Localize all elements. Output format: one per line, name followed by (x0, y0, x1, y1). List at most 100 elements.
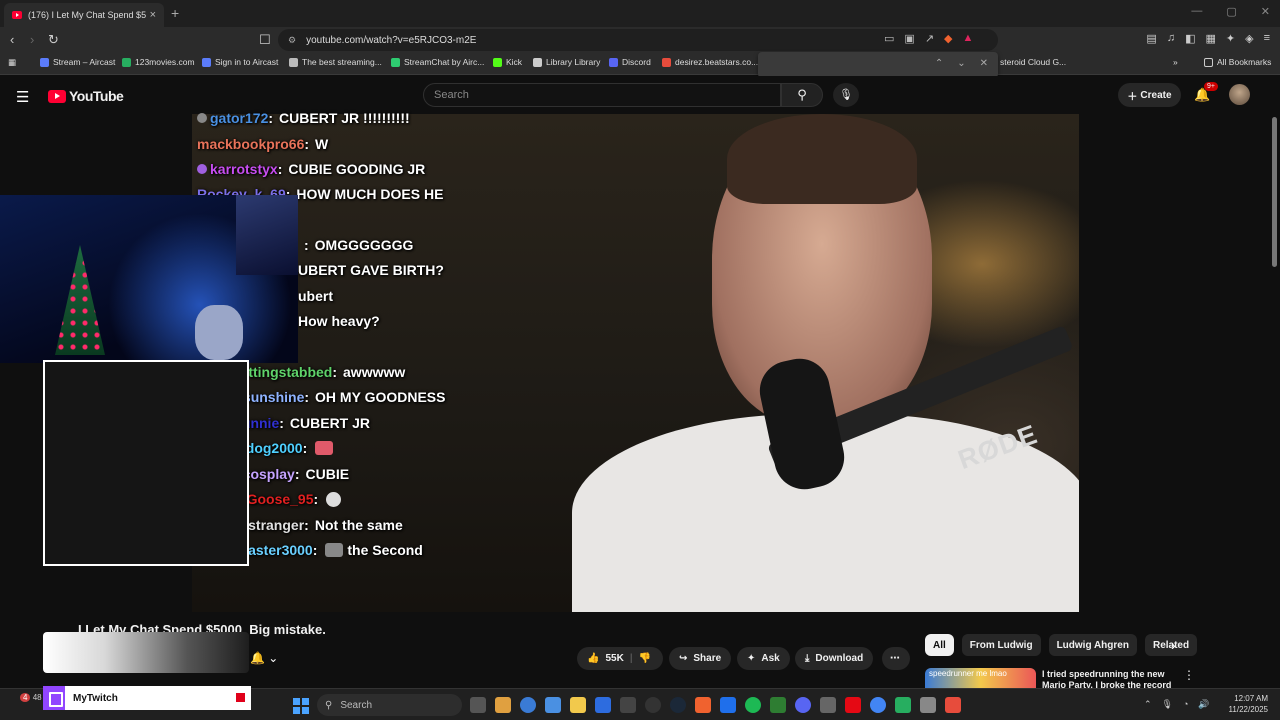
bookmark-item[interactable]: Sign in to Aircast (202, 57, 278, 67)
avatar[interactable] (1229, 84, 1250, 105)
bookmark-item[interactable]: StreamChat by Airc... (391, 57, 484, 67)
sidebar-icon[interactable]: ◧ (1185, 32, 1195, 45)
forward-icon[interactable]: › (30, 32, 34, 47)
related-video-title[interactable]: I tried speedrunning the new Mario Party… (1042, 669, 1182, 689)
chat-message: karrotstyx: CUBIE GOODING JR (197, 159, 425, 179)
like-icon[interactable]: 👍 (587, 653, 599, 664)
subscription-bell-icon[interactable]: 🔔 ⌄ (250, 651, 278, 665)
spotify-icon[interactable] (745, 697, 761, 713)
new-tab-button[interactable]: + (171, 5, 179, 21)
task-view-icon[interactable] (470, 697, 486, 713)
scrollbar[interactable] (1272, 117, 1277, 267)
app-icon[interactable] (770, 697, 786, 713)
bookmark-item[interactable]: desirez.beatstars.co... (662, 57, 758, 67)
share-button[interactable]: ↪ Share (669, 647, 732, 670)
bookmark-item[interactable]: Kick (493, 57, 522, 67)
weather-widget[interactable]: 4 48 (20, 693, 42, 702)
taskbar-clock[interactable]: 12:07 AM 11/22/2025 (1222, 693, 1268, 715)
more-vert-icon[interactable]: ⋮ (1183, 668, 1195, 682)
find-next-icon[interactable]: ⌄ (957, 58, 965, 69)
bookmark-star-icon[interactable]: ☐ (259, 32, 271, 48)
discord-icon[interactable] (795, 697, 811, 713)
maximize-button[interactable]: ▢ (1226, 5, 1236, 18)
app-icon[interactable] (895, 697, 911, 713)
chat-message: : OMGGGGGGG (304, 235, 413, 255)
more-actions-button[interactable]: ⋯ (882, 647, 910, 670)
browser-tab[interactable]: (176) I Let My Chat Spend $5000 × (4, 3, 164, 27)
like-count[interactable]: 55K (605, 653, 623, 664)
notifications-button[interactable]: 🔔 9+ (1194, 82, 1218, 103)
chat-colon: : (304, 517, 309, 533)
bookmark-item[interactable]: Library Library (533, 57, 600, 67)
taskbar-search[interactable]: ⚲ Search (317, 694, 462, 716)
minimize-button[interactable]: — (1191, 5, 1202, 18)
brave-icon[interactable] (695, 697, 711, 713)
ask-button[interactable]: ✦ Ask (737, 647, 790, 670)
chip-all[interactable]: All (925, 634, 954, 656)
app-icon[interactable] (520, 697, 536, 713)
volume-icon[interactable]: 🔊 (1198, 699, 1209, 710)
mytwitch-popup[interactable]: MyTwitch (43, 686, 251, 710)
site-info-icon[interactable]: ⚙ (288, 35, 296, 46)
find-prev-icon[interactable]: ⌃ (935, 58, 943, 69)
back-icon[interactable]: ‹ (10, 32, 14, 47)
windows-start-icon[interactable] (293, 698, 309, 714)
bookmark-item[interactable]: 123movies.com (122, 57, 195, 67)
app-icon[interactable] (945, 697, 961, 713)
app-icon[interactable] (545, 697, 561, 713)
leo-icon[interactable]: ✦ (1226, 32, 1235, 45)
app-icon[interactable] (595, 697, 611, 713)
brave-shield-icon[interactable]: ◆ (944, 32, 952, 45)
chevron-right-icon[interactable]: » (1173, 57, 1178, 67)
search-button[interactable]: ⚲ (781, 83, 823, 107)
cast-icon[interactable]: ▭ (884, 32, 894, 45)
bookmark-item[interactable]: steroid Cloud G... (1000, 57, 1066, 67)
app-icon[interactable] (920, 697, 936, 713)
close-window-button[interactable]: ✕ (1261, 5, 1270, 18)
obs-icon[interactable] (645, 697, 661, 713)
create-button[interactable]: ＋ Create (1118, 83, 1181, 107)
bookmark-item[interactable]: The best streaming... (289, 57, 382, 67)
related-video-thumbnail[interactable]: speedrunner me lmao (925, 668, 1036, 688)
app-icon[interactable] (820, 697, 836, 713)
app-icon[interactable] (720, 697, 736, 713)
install-icon[interactable]: ▣ (904, 32, 914, 45)
rewards-icon[interactable]: ▲ (963, 32, 974, 45)
tray-overflow-icon[interactable]: ⌃ (1144, 699, 1152, 710)
music-icon[interactable]: ♫ (1167, 32, 1175, 45)
browser-tabstrip: (176) I Let My Chat Spend $5000 × + — ▢ … (0, 0, 1280, 27)
mic-tray-icon[interactable]: 🎙 (1162, 699, 1173, 710)
tab-search-icon[interactable]: ▤ (1146, 32, 1156, 45)
all-bookmarks[interactable]: All Bookmarks (1204, 57, 1271, 67)
wifi-icon[interactable]: ◔ (1183, 699, 1188, 710)
vpn-icon[interactable]: ◈ (1245, 32, 1253, 45)
apps-icon[interactable]: ▦ (8, 57, 16, 68)
chip-from-ludwig[interactable]: From Ludwig (961, 634, 1041, 656)
chip-ludwig-ahgren[interactable]: Ludwig Ahgren (1048, 634, 1137, 656)
bookmark-item[interactable]: Stream – Aircast (40, 57, 115, 67)
find-bar[interactable]: ⌃ ⌄ ✕ (758, 52, 998, 78)
steam-icon[interactable] (670, 697, 686, 713)
share-page-icon[interactable]: ↗ (925, 32, 934, 45)
chrome-icon[interactable] (870, 697, 886, 713)
menu-icon[interactable]: ≡ (1264, 32, 1270, 45)
search-input[interactable]: Search (423, 83, 781, 107)
menu-hamburger-icon[interactable]: ☰ (16, 88, 29, 106)
chevron-right-icon[interactable]: › (1171, 637, 1176, 653)
file-explorer-icon[interactable] (570, 697, 586, 713)
voice-search-button[interactable]: 🎙 (833, 83, 859, 107)
chat-text: awwwww (343, 364, 406, 380)
chat-colon: : (279, 415, 284, 431)
wallet-icon[interactable]: ▦ (1205, 32, 1215, 45)
app-icon[interactable] (495, 697, 511, 713)
tab-close-icon[interactable]: × (150, 9, 156, 21)
download-button[interactable]: ⤓ Download (795, 647, 874, 670)
close-square-icon[interactable] (236, 693, 245, 702)
reload-icon[interactable]: ↻ (48, 32, 59, 48)
bookmark-item[interactable]: Discord (609, 57, 651, 67)
netflix-icon[interactable] (845, 697, 861, 713)
dislike-icon[interactable]: 👎 (639, 653, 651, 664)
find-close-icon[interactable]: ✕ (980, 58, 988, 69)
youtube-logo[interactable]: YouTube (48, 88, 124, 104)
app-icon[interactable] (620, 697, 636, 713)
